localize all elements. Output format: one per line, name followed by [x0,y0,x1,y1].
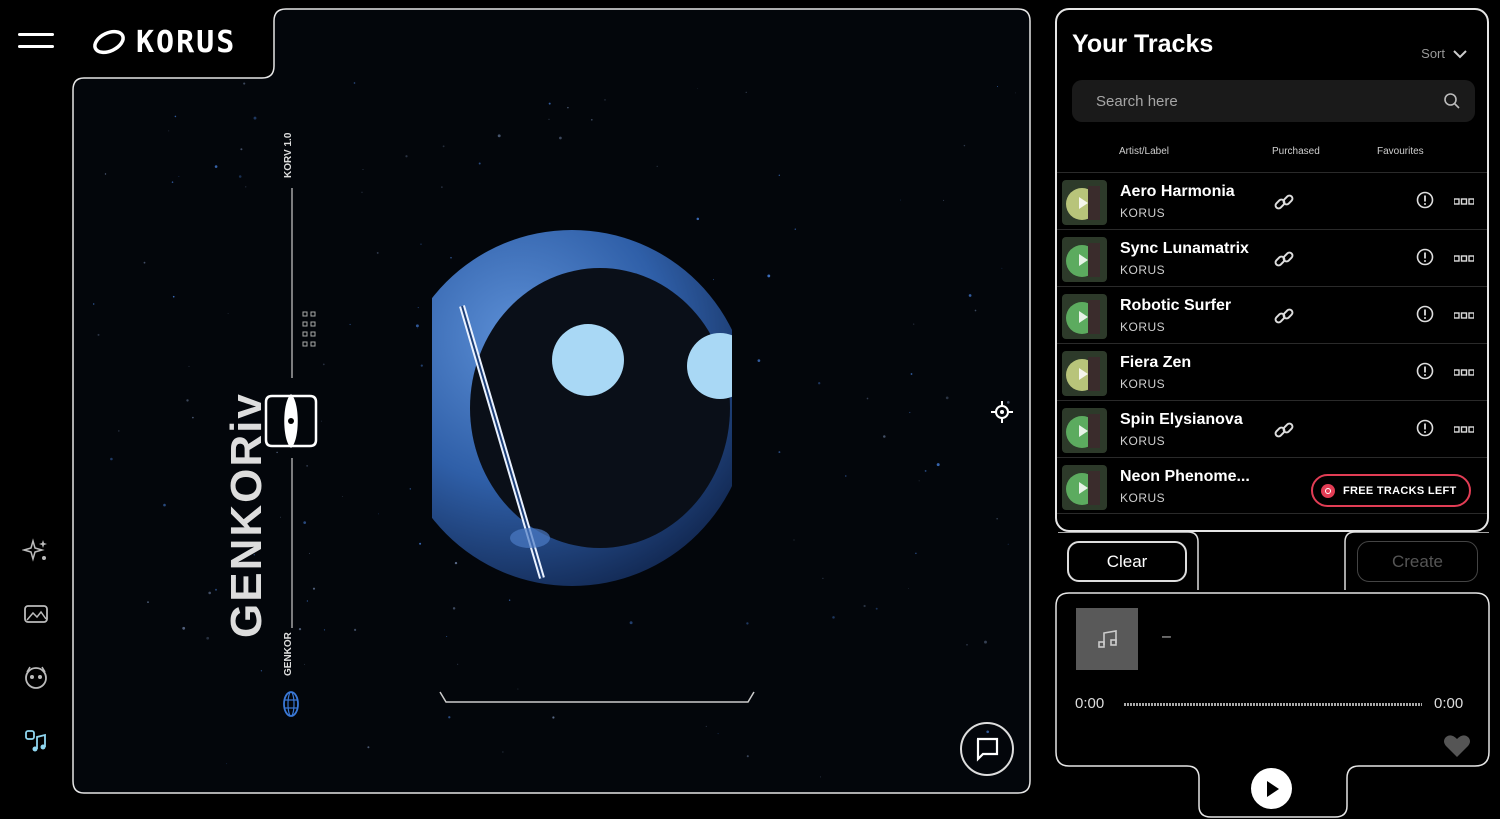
hamburger-menu-button[interactable] [18,33,54,51]
track-list: Aero Harmonia KORUS Sync Lunamatrix KORU… [1057,172,1487,514]
sparkles-icon[interactable] [22,537,50,565]
link-icon[interactable] [1273,248,1295,270]
track-title: Aero Harmonia [1120,183,1235,200]
sort-label: Sort [1421,46,1445,61]
hamburger-line [18,45,54,48]
vertical-label-bottom: GENKOR [283,632,294,676]
image-icon[interactable] [22,600,50,628]
time-total: 0:00 [1434,695,1464,712]
alert-dot-icon [1321,483,1335,498]
hamburger-icon [18,33,54,36]
chat-icon [976,737,999,762]
track-label: KORUS [1120,491,1166,505]
column-artist-label[interactable]: Artist/Label [1119,146,1169,157]
robot-face-icon[interactable] [22,663,50,691]
track-title: Spin Elysianova [1120,411,1243,428]
globe-icon[interactable] [282,690,300,718]
more-icon[interactable] [1454,369,1474,377]
more-icon[interactable] [1454,198,1474,206]
track-thumbnail[interactable] [1062,408,1107,453]
search-input[interactable] [1096,92,1443,110]
alert-icon[interactable] [1416,305,1434,323]
track-label: KORUS [1120,320,1166,334]
track-title: Neon Phenome... [1120,468,1250,485]
column-purchased[interactable]: Purchased [1272,146,1320,157]
crosshair-icon[interactable] [990,400,1014,424]
create-button[interactable]: Create [1357,541,1478,582]
track-thumbnail[interactable] [1062,294,1107,339]
free-tracks-badge[interactable]: FREE TRACKS LEFT [1311,474,1471,507]
track-thumbnail[interactable] [1062,180,1107,225]
track-label: KORUS [1120,434,1166,448]
track-row[interactable]: Spin Elysianova KORUS [1057,400,1487,457]
track-thumbnail[interactable] [1062,351,1107,396]
play-icon [1266,780,1279,797]
track-label: KORUS [1120,377,1166,391]
link-icon[interactable] [1273,305,1295,327]
track-title: Sync Lunamatrix [1120,240,1249,257]
track-title: Robotic Surfer [1120,297,1232,314]
sort-dropdown[interactable]: Sort [1421,46,1467,61]
tracks-panel: Your Tracks Sort Artist/Label Purchased … [1055,8,1489,532]
link-icon[interactable] [1273,419,1295,441]
track-row[interactable]: Robotic Surfer KORUS [1057,286,1487,343]
music-note-icon [1098,630,1117,648]
free-tracks-text: FREE TRACKS LEFT [1343,484,1457,497]
link-icon[interactable] [1273,191,1295,213]
track-label: KORUS [1120,263,1166,277]
track-thumbnail[interactable] [1062,237,1107,282]
clear-button[interactable]: Clear [1067,541,1187,582]
alert-icon[interactable] [1416,362,1434,380]
play-button[interactable] [1251,768,1292,809]
search-icon[interactable] [1443,92,1461,110]
track-row[interactable]: Aero Harmonia KORUS [1057,172,1487,229]
alert-icon[interactable] [1416,419,1434,437]
panel-title: Your Tracks [1072,30,1214,58]
column-favourites[interactable]: Favourites [1377,146,1424,157]
stage-viewport: GENKORiv KORV 1.0 GENKOR [72,8,1032,795]
chat-button[interactable] [960,722,1014,776]
progress-bar[interactable] [1124,703,1422,706]
robot-eye-left [552,324,624,396]
vertical-label-top: KORV 1.0 [283,132,294,178]
more-icon[interactable] [1454,312,1474,320]
time-current: 0:00 [1075,695,1105,712]
search-bar [1072,80,1475,122]
chevron-down-icon [1453,49,1467,58]
track-thumbnail[interactable] [1062,465,1107,510]
track-title: Fiera Zen [1120,354,1192,371]
more-icon[interactable] [1454,255,1474,263]
track-row[interactable]: Fiera Zen KORUS [1057,343,1487,400]
music-generate-icon[interactable] [22,727,50,755]
heart-icon[interactable] [1443,734,1471,758]
track-row[interactable]: Neon Phenome... KORUS FREE TRACKS LEFT [1057,457,1487,514]
stage-pedestal-line [439,691,755,703]
now-playing-title: – [1162,628,1171,645]
alert-icon[interactable] [1416,191,1434,209]
more-icon[interactable] [1454,426,1474,434]
dots-decoration [302,311,316,347]
robot-head-3d[interactable] [432,218,732,598]
track-cover-placeholder [1076,608,1138,670]
alert-icon[interactable] [1416,248,1434,266]
track-row[interactable]: Sync Lunamatrix KORUS [1057,229,1487,286]
track-label: KORUS [1120,206,1166,220]
emblem-icon[interactable] [264,390,318,452]
